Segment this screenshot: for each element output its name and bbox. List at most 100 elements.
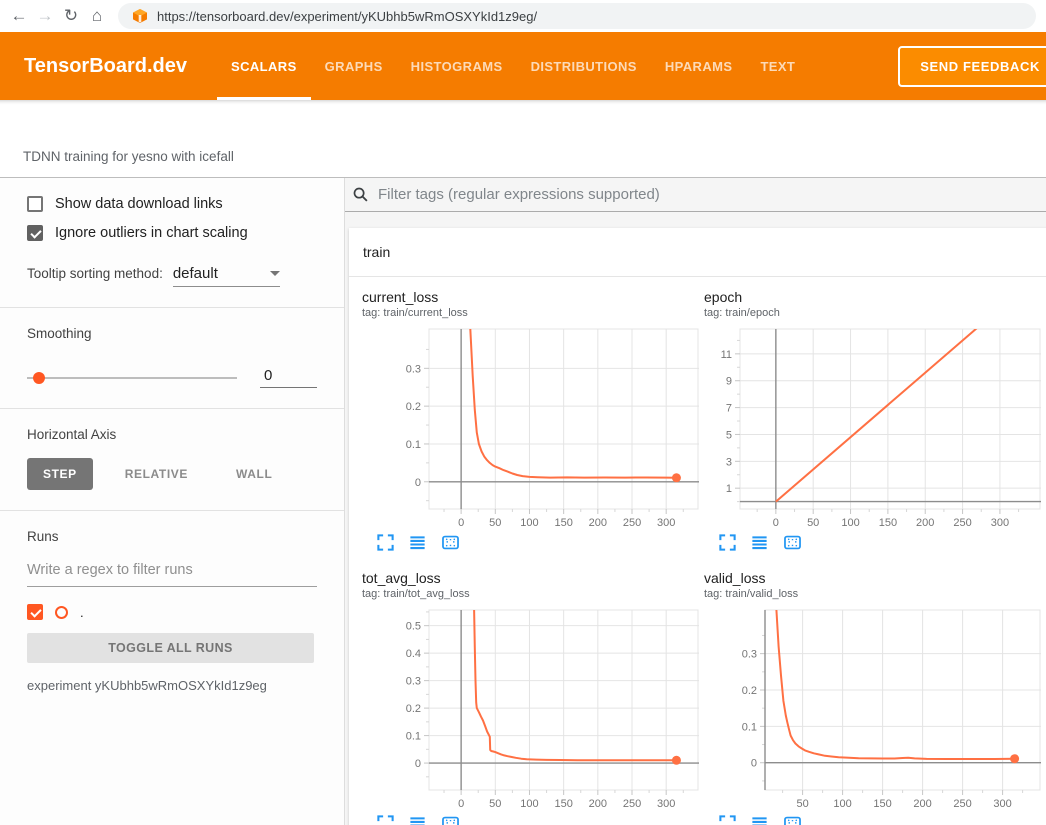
- svg-text:250: 250: [623, 798, 641, 810]
- fit-domain-icon[interactable]: [440, 533, 461, 552]
- run-name: .: [80, 605, 84, 620]
- forward-icon[interactable]: →: [32, 3, 58, 29]
- runs-filter-input[interactable]: [27, 562, 317, 587]
- tab-text[interactable]: TEXT: [746, 32, 809, 100]
- fit-domain-icon[interactable]: [440, 814, 461, 825]
- tag-filter-row: [345, 178, 1046, 212]
- checkbox-label: Ignore outliers in chart scaling: [55, 225, 248, 241]
- svg-text:300: 300: [993, 798, 1011, 810]
- data-table-icon[interactable]: [750, 814, 769, 825]
- svg-text:50: 50: [807, 517, 819, 529]
- charts-grid: current_loss tag: train/current_loss 050…: [349, 277, 1046, 825]
- app-brand: TensorBoard.dev: [24, 55, 187, 78]
- toggle-all-runs-button[interactable]: TOGGLE ALL RUNS: [27, 633, 314, 663]
- svg-text:200: 200: [589, 517, 607, 529]
- run-checkbox-icon[interactable]: [27, 604, 43, 620]
- fit-domain-icon[interactable]: [782, 814, 803, 825]
- home-icon[interactable]: ⌂: [84, 3, 110, 29]
- tab-histograms[interactable]: HISTOGRAMS: [397, 32, 517, 100]
- line-chart[interactable]: 05010015020025030000.10.20.30.40.5: [362, 605, 699, 812]
- chart-card-valid-loss: valid_loss tag: train/valid_loss 5010015…: [704, 570, 1041, 825]
- svg-text:250: 250: [623, 517, 641, 529]
- chart-title: epoch: [704, 289, 1041, 305]
- fullscreen-icon[interactable]: [718, 533, 737, 552]
- svg-text:300: 300: [657, 798, 675, 810]
- axis-wall-button[interactable]: WALL: [220, 458, 288, 490]
- svg-text:150: 150: [873, 798, 891, 810]
- app-header: TensorBoard.dev SCALARS GRAPHS HISTOGRAM…: [0, 32, 1046, 100]
- svg-text:11: 11: [721, 349, 732, 361]
- svg-text:150: 150: [554, 517, 572, 529]
- selected-value: default: [173, 265, 218, 282]
- general-settings-section: Show data download links Ignore outliers…: [0, 178, 344, 307]
- svg-text:1: 1: [726, 483, 732, 495]
- svg-text:0.2: 0.2: [406, 703, 421, 715]
- show-download-links-checkbox[interactable]: Show data download links: [27, 196, 317, 212]
- fullscreen-icon[interactable]: [376, 814, 395, 825]
- ignore-outliers-checkbox[interactable]: Ignore outliers in chart scaling: [27, 225, 317, 241]
- url-text: https://tensorboard.dev/experiment/yKUbh…: [157, 9, 537, 24]
- experiment-id-note: experiment yKUbhb5wRmOSXYkId1z9eg: [27, 678, 317, 693]
- axis-step-button[interactable]: STEP: [27, 458, 93, 490]
- chart-tag: tag: train/current_loss: [362, 307, 699, 320]
- svg-text:0.5: 0.5: [406, 621, 421, 633]
- svg-text:300: 300: [657, 517, 675, 529]
- tab-hparams[interactable]: HPARAMS: [651, 32, 747, 100]
- reload-icon[interactable]: ↻: [58, 3, 84, 29]
- chart-tag: tag: train/tot_avg_loss: [362, 588, 699, 601]
- data-table-icon[interactable]: [408, 533, 427, 552]
- address-bar[interactable]: https://tensorboard.dev/experiment/yKUbh…: [118, 3, 1036, 29]
- slider-thumb[interactable]: [33, 372, 45, 384]
- runs-section: Runs . TOGGLE ALL RUNS experiment yKUbhb…: [0, 510, 344, 713]
- data-table-icon[interactable]: [750, 533, 769, 552]
- chart-tag: tag: train/valid_loss: [704, 588, 1041, 601]
- tooltip-sorting-label: Tooltip sorting method:: [27, 266, 163, 281]
- data-table-icon[interactable]: [408, 814, 427, 825]
- chart-card-current-loss: current_loss tag: train/current_loss 050…: [362, 289, 699, 552]
- run-list-item[interactable]: .: [27, 604, 317, 620]
- search-icon: [352, 186, 369, 203]
- line-chart[interactable]: 0501001502002503001357911: [704, 324, 1041, 531]
- smoothing-slider[interactable]: [27, 377, 237, 379]
- section-title-train[interactable]: train: [349, 228, 1046, 277]
- svg-text:0: 0: [415, 758, 421, 770]
- svg-text:250: 250: [953, 517, 971, 529]
- tab-distributions[interactable]: DISTRIBUTIONS: [517, 32, 651, 100]
- fullscreen-icon[interactable]: [718, 814, 737, 825]
- checkbox-label: Show data download links: [55, 196, 223, 212]
- send-feedback-button[interactable]: SEND FEEDBACK: [898, 46, 1046, 87]
- svg-text:0.1: 0.1: [742, 721, 757, 733]
- svg-text:0.1: 0.1: [406, 439, 421, 451]
- chart-title: current_loss: [362, 289, 699, 305]
- settings-sidebar: Show data download links Ignore outliers…: [0, 178, 345, 825]
- svg-text:200: 200: [916, 517, 934, 529]
- svg-text:0.3: 0.3: [406, 363, 421, 375]
- main-panel: train current_loss tag: train/current_lo…: [345, 178, 1046, 825]
- svg-text:7: 7: [726, 403, 732, 415]
- svg-text:150: 150: [879, 517, 897, 529]
- tab-scalars[interactable]: SCALARS: [217, 32, 311, 100]
- chart-card-epoch: epoch tag: train/epoch 05010015020025030…: [704, 289, 1041, 552]
- fullscreen-icon[interactable]: [376, 533, 395, 552]
- line-chart[interactable]: 5010015020025030000.10.20.3: [704, 605, 1041, 812]
- checkbox-checked-icon[interactable]: [27, 225, 43, 241]
- smoothing-section: Smoothing 0: [0, 307, 344, 408]
- smoothing-value-input[interactable]: 0: [260, 367, 317, 388]
- tag-filter-input[interactable]: [378, 186, 1046, 203]
- svg-text:5: 5: [726, 429, 732, 441]
- back-icon[interactable]: ←: [6, 3, 32, 29]
- checkbox-unchecked-icon[interactable]: [27, 196, 43, 212]
- svg-text:0.3: 0.3: [406, 676, 421, 688]
- tab-graphs[interactable]: GRAPHS: [311, 32, 397, 100]
- axis-relative-button[interactable]: RELATIVE: [109, 458, 204, 490]
- chart-title: valid_loss: [704, 570, 1041, 586]
- line-chart[interactable]: 05010015020025030000.10.20.3: [362, 324, 699, 531]
- chart-title: tot_avg_loss: [362, 570, 699, 586]
- tooltip-sorting-select[interactable]: default: [173, 265, 280, 287]
- svg-text:100: 100: [833, 798, 851, 810]
- nav-tabs: SCALARS GRAPHS HISTOGRAMS DISTRIBUTIONS …: [217, 32, 809, 100]
- svg-text:0.2: 0.2: [406, 401, 421, 413]
- svg-text:0.4: 0.4: [406, 648, 421, 660]
- svg-text:50: 50: [489, 798, 501, 810]
- fit-domain-icon[interactable]: [782, 533, 803, 552]
